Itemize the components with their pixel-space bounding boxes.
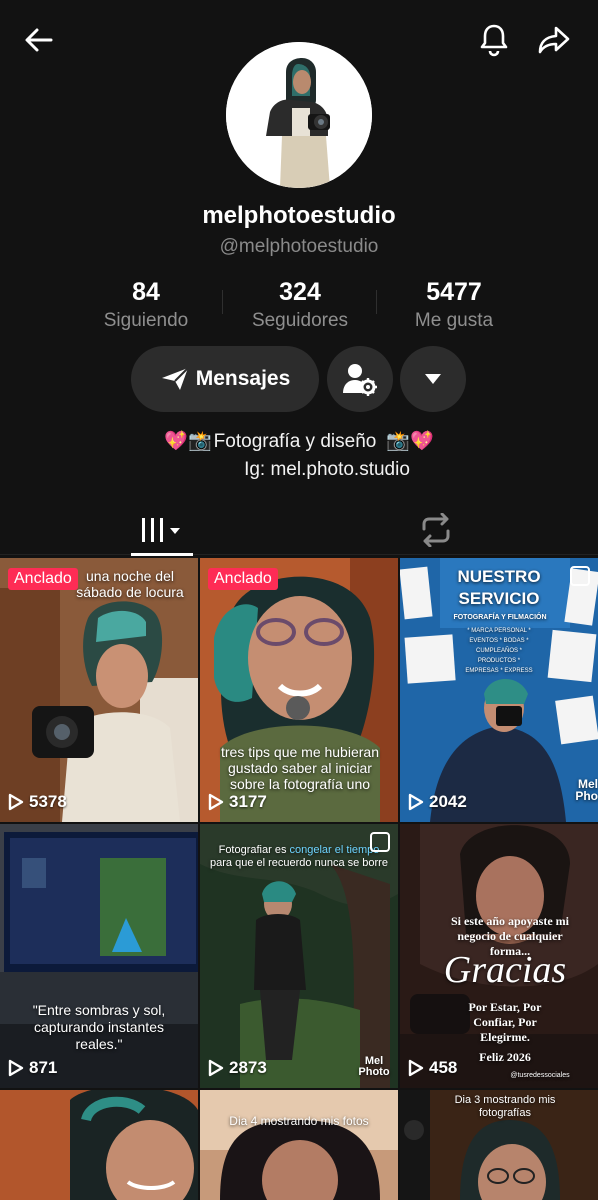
followers-stat[interactable]: 324 Seguidores — [230, 276, 370, 334]
bio-line2: Ig: mel.photo.studio — [244, 459, 410, 480]
video-subtitle: Por Estar, Por Confiar, Por Elegirme. — [468, 1000, 542, 1044]
video-caption: una noche del sábado de locura — [76, 568, 184, 600]
bell-icon — [480, 24, 508, 57]
multi-photo-icon — [370, 832, 390, 852]
tab-reposts[interactable] — [410, 505, 462, 555]
video-caption: tres tips que me hubieran gustado saber … — [221, 744, 379, 792]
view-count: 3177 — [208, 792, 267, 812]
messages-label: Mensajes — [195, 367, 291, 390]
likes-label: Me gusta — [414, 310, 494, 331]
brand-watermark: Mel Pho — [575, 777, 598, 803]
share-button[interactable] — [532, 18, 576, 62]
username-handle: @melphotoestudio — [219, 236, 379, 257]
video-thumbnail[interactable]: Si este año apoyaste mi negocio de cualq… — [400, 824, 598, 1088]
likes-stat[interactable]: 5477 Me gusta — [384, 276, 524, 334]
sparkle-heart-camera-emoji: 💖📸 — [164, 431, 212, 452]
followers-count: 324 — [279, 278, 321, 306]
video-service-list: * MARCA PERSONAL * EVENTOS * BODAS * CUM… — [465, 628, 533, 674]
play-outline-icon — [8, 793, 24, 811]
video-thumbnail-image — [0, 1090, 198, 1200]
view-count: 5378 — [8, 792, 67, 812]
view-count: 2042 — [408, 792, 467, 812]
followers-label: Seguidores — [251, 310, 349, 331]
video-thumbnail[interactable]: Dia 3 mostrando mis fotografías — [400, 1090, 598, 1200]
more-options-button[interactable] — [400, 346, 466, 412]
profile-avatar[interactable] — [226, 42, 372, 188]
multi-photo-icon — [570, 566, 590, 586]
video-caption: Dia 3 mostrando mis fotografías — [454, 1094, 556, 1119]
back-button[interactable] — [17, 18, 61, 62]
video-title: Gracias — [443, 949, 567, 991]
following-stat[interactable]: 84 Siguiendo — [76, 276, 216, 334]
video-credit: @tusredessociales — [510, 1072, 570, 1079]
video-thumbnail[interactable] — [0, 1090, 198, 1200]
video-title: NUESTRO SERVICIO — [457, 567, 541, 608]
profile-bio: 💖📸 Fotografía y diseño 📸💖 Ig: mel.photo.… — [0, 428, 598, 484]
play-outline-icon — [408, 1059, 424, 1077]
video-thumbnail[interactable]: Fotografiar es congelar el tiempo para q… — [200, 824, 398, 1088]
video-subtitle: FOTOGRAFÍA Y FILMACIÓN — [453, 614, 547, 621]
video-thumbnail[interactable]: una noche del sábado de locura Anclado 5… — [0, 558, 198, 822]
pinned-badge: Anclado — [208, 568, 278, 590]
display-name: melphotoestudio — [202, 202, 396, 229]
stat-divider — [222, 290, 223, 314]
paper-plane-icon — [161, 367, 189, 390]
avatar-photo — [226, 42, 372, 188]
triangle-down-icon — [425, 374, 441, 384]
play-outline-icon — [408, 793, 424, 811]
view-count: 2873 — [208, 1058, 267, 1078]
play-outline-icon — [208, 793, 224, 811]
user-gear-icon — [343, 364, 377, 396]
play-outline-icon — [208, 1059, 224, 1077]
camera-sparkle-heart-emoji: 📸💖 — [386, 431, 434, 452]
repost-icon — [422, 513, 450, 547]
play-outline-icon — [8, 1059, 24, 1077]
messages-button[interactable]: Mensajes — [131, 346, 319, 412]
likes-count: 5477 — [426, 278, 482, 306]
video-year: Feliz 2026 — [479, 1050, 531, 1064]
arrow-left-icon — [25, 28, 53, 52]
video-caption: "Entre sombras y sol, capturando instant… — [32, 1002, 166, 1052]
following-count: 84 — [132, 278, 160, 306]
view-count: 458 — [408, 1058, 457, 1078]
profile-stats: 84 Siguiendo 324 Seguidores 5477 Me gust… — [0, 276, 598, 336]
profile-actions: Mensajes — [0, 346, 598, 412]
notifications-button[interactable] — [472, 18, 516, 62]
video-thumbnail[interactable]: "Entre sombras y sol, capturando instant… — [0, 824, 198, 1088]
video-caption: Fotografiar es congelar el tiempo para q… — [210, 844, 388, 869]
view-count: 871 — [8, 1058, 57, 1078]
grid-bars-icon — [142, 518, 180, 542]
video-thumbnail[interactable]: NUESTRO SERVICIO FOTOGRAFÍA Y FILMACIÓN … — [400, 558, 598, 822]
bio-line1: Fotografía y diseño — [213, 431, 377, 452]
tab-videos[interactable] — [131, 505, 193, 556]
video-thumbnail[interactable]: Anclado tres tips que me hubieran gustad… — [200, 558, 398, 822]
brand-watermark: Mel Photo — [358, 1055, 390, 1078]
pinned-badge: Anclado — [8, 568, 78, 590]
following-label: Siguiendo — [103, 310, 189, 331]
video-thumbnail-image — [200, 1090, 398, 1200]
content-tabs — [0, 505, 598, 556]
friend-settings-button[interactable] — [327, 346, 393, 412]
stat-divider — [376, 290, 377, 314]
video-thumbnail[interactable]: Dia 4 mostrando mis fotos — [200, 1090, 398, 1200]
share-arrow-icon — [538, 26, 570, 54]
video-caption: Dia 4 mostrando mis fotos — [229, 1114, 369, 1128]
